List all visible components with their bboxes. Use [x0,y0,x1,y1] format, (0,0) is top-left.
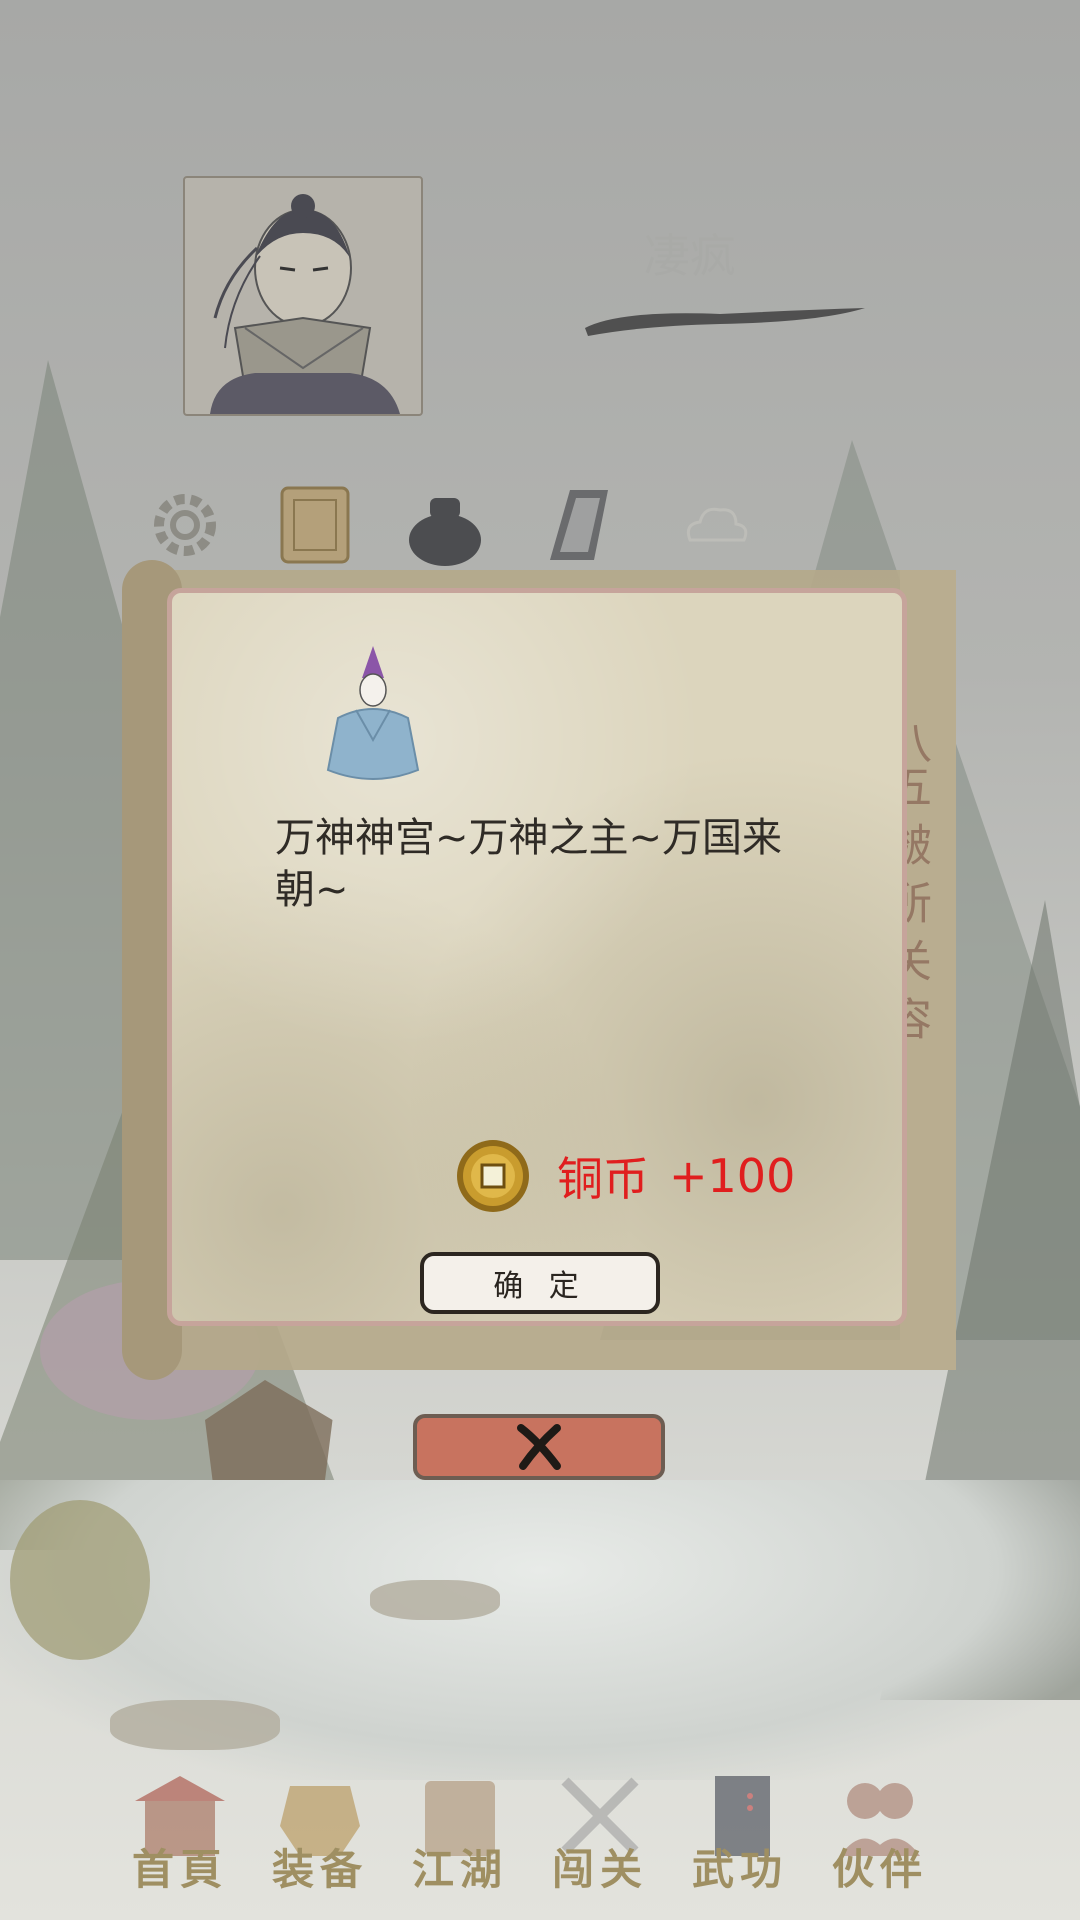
npc-sage-icon [326,646,420,780]
nav-martial-arts[interactable]: 武功 [665,1736,815,1920]
nav-home[interactable]: 首頁 [105,1736,255,1920]
player-avatar[interactable] [183,176,423,416]
top-icon-bar [130,480,770,580]
nav-challenge-label: 闯关 [551,1845,648,1894]
ink-brush-stroke [585,308,865,336]
reward-amount: +100 [669,1149,796,1203]
copper-coin-icon [457,1140,529,1212]
background-scroll-text: 八五 皴 所 关 容 [880,720,936,1040]
reward-row: 铜币 +100 [455,1138,795,1214]
settings-icon[interactable] [140,480,230,570]
nav-jianghu[interactable]: 江湖 [385,1736,535,1920]
scroll-book-icon[interactable] [270,480,360,570]
nav-home-label: 首頁 [131,1845,228,1894]
nav-challenge[interactable]: 闯关 [525,1736,675,1920]
close-x-icon [517,1424,561,1470]
tree [10,1500,150,1660]
reward-dialog [167,588,907,1326]
scholar-portrait-icon [210,194,400,414]
bottom-navigation: 首頁 装备 江湖 闯关 武功 伙伴 [0,1736,1080,1920]
dialog-message: 万神神宫~万神之主~万国来朝~ [275,815,783,913]
rock [370,1580,500,1620]
phone-tablet-icon[interactable] [530,480,620,570]
nav-equipment[interactable]: 装备 [245,1736,395,1920]
nav-jianghu-label: 江湖 [411,1845,508,1894]
nav-martial-arts-label: 武功 [691,1845,788,1894]
confirm-button[interactable]: 确 定 [420,1252,660,1314]
nav-equipment-label: 装备 [271,1845,368,1894]
player-name: 凄疯 [644,229,736,283]
treasure-pot-icon[interactable] [400,480,490,570]
close-button[interactable] [413,1414,665,1480]
nav-partners[interactable]: 伙伴 [805,1736,955,1920]
cloud-icon[interactable] [670,480,760,570]
reward-currency-label: 铜币 [557,1152,649,1206]
nav-partners-label: 伙伴 [831,1845,928,1894]
